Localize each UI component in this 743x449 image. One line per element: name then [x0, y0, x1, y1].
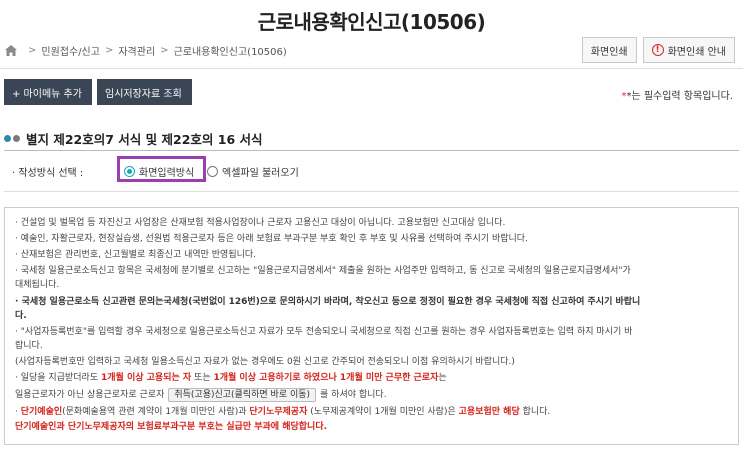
page-title: 근로내용확인신고(10506) [257, 10, 486, 34]
notice-line: · 건설업 및 벌목업 등 자진신고 사업장은 산재보험 적용사업장이나 근로자… [15, 218, 506, 228]
breadcrumb-separator: > [160, 45, 169, 56]
home-icon[interactable] [5, 45, 17, 56]
add-my-menu-button[interactable]: + 마이메뉴 추가 [4, 79, 92, 105]
notice-line: · 국세청 일용근로소득신고 항목은 국세청에 분기별로 신고하는 "일용근로지… [15, 266, 631, 276]
breadcrumb-separator: > [104, 45, 114, 56]
notice-line: (사업자등록번호만 입력하고 국세청 일용소득신고 자료가 없는 경우에도 0원… [15, 357, 515, 367]
form-method-box: · 작성방식 선택 : 화면입력방식 엑셀파일 불러오기 [4, 150, 739, 192]
temp-saved-lookup-button[interactable]: 임시저장자료 조회 [97, 79, 192, 105]
top-button-group: 화면인쇄 ! 화면인쇄 안내 [581, 37, 735, 63]
notice-line-cont: 랍니다. [15, 341, 43, 351]
breadcrumb: > 민원접수/신고 > 자격관리 > 근로내용확인신고(10506) [5, 43, 287, 58]
notice-line: · "사업자등록번호"를 입력할 경우 국세청으로 일용근로소득신고 자료가 모… [15, 327, 633, 337]
radio-screen-input[interactable]: 화면입력방식 [124, 164, 194, 179]
breadcrumb-separator: > [28, 45, 37, 56]
acquisition-report-link[interactable]: 취득(고용)신고(클릭하면 바로 이동) [168, 388, 317, 402]
radio-unselected-icon[interactable] [207, 166, 218, 177]
print-button[interactable]: 화면인쇄 [581, 37, 637, 63]
warning-icon: ! [651, 44, 664, 56]
bullet-dots-icon [4, 135, 20, 142]
notice-line-cont: 다. [15, 311, 27, 321]
required-note: **는 필수입력 항목입니다. [621, 91, 733, 102]
radio-selected-icon[interactable] [124, 166, 135, 177]
section-title-text: 별지 제22호의7 서식 및 제22호의 16 서식 [26, 132, 263, 147]
breadcrumb-item[interactable]: 민원접수/신고 [41, 43, 100, 58]
breadcrumb-item[interactable]: 자격관리 [118, 43, 155, 58]
radio-excel-label: 엑셀파일 불러오기 [222, 168, 299, 179]
notice-line: 단기예술인과 단기노무제공자의 보험료부과구분 부호는 실급만 부과에 해당합니… [15, 422, 328, 432]
print-guide-label: 화면인쇄 안내 [667, 46, 726, 58]
radio-screen-label: 화면입력방식 [139, 168, 195, 179]
notice-line: 일용근로자가 아닌 상용근로자로 근로자 취득(고용)신고(클릭하면 바로 이동)… [15, 388, 387, 402]
notice-line: · 단기예술인(문화예술용역 관련 계약이 1개월 미만인 사람)과 단기노무제… [15, 407, 551, 417]
divider [0, 68, 743, 69]
notice-line: · 일당을 지급받더라도 1개월 이상 고용되는 자 또는 1개월 이상 고용하… [15, 373, 447, 383]
section-title: 별지 제22호의7 서식 및 제22호의 16 서식 [4, 129, 263, 148]
breadcrumb-item[interactable]: 근로내용확인신고(10506) [174, 43, 287, 58]
notice-box: · 건설업 및 벌목업 등 자진신고 사업장은 산재보험 적용사업장이나 근로자… [4, 207, 739, 445]
notice-line: · 산재보험은 관리번호, 신고월별로 최종신고 내역만 반영됩니다. [15, 250, 257, 260]
notice-line-cont: 대체됩니다. [15, 280, 60, 290]
notice-line: · 예술인, 자활근로자, 현장실습생, 선원법 적용근로자 등은 아래 보험료… [15, 234, 528, 244]
method-label: · 작성방식 선택 : [12, 168, 84, 179]
print-guide-button[interactable]: ! 화면인쇄 안내 [642, 37, 735, 63]
radio-excel-import[interactable]: 엑셀파일 불러오기 [207, 164, 299, 179]
notice-line: · 국세청 일용근로소득 신고관련 문의는국세청(국번없이 126번)으로 문의… [15, 297, 641, 307]
